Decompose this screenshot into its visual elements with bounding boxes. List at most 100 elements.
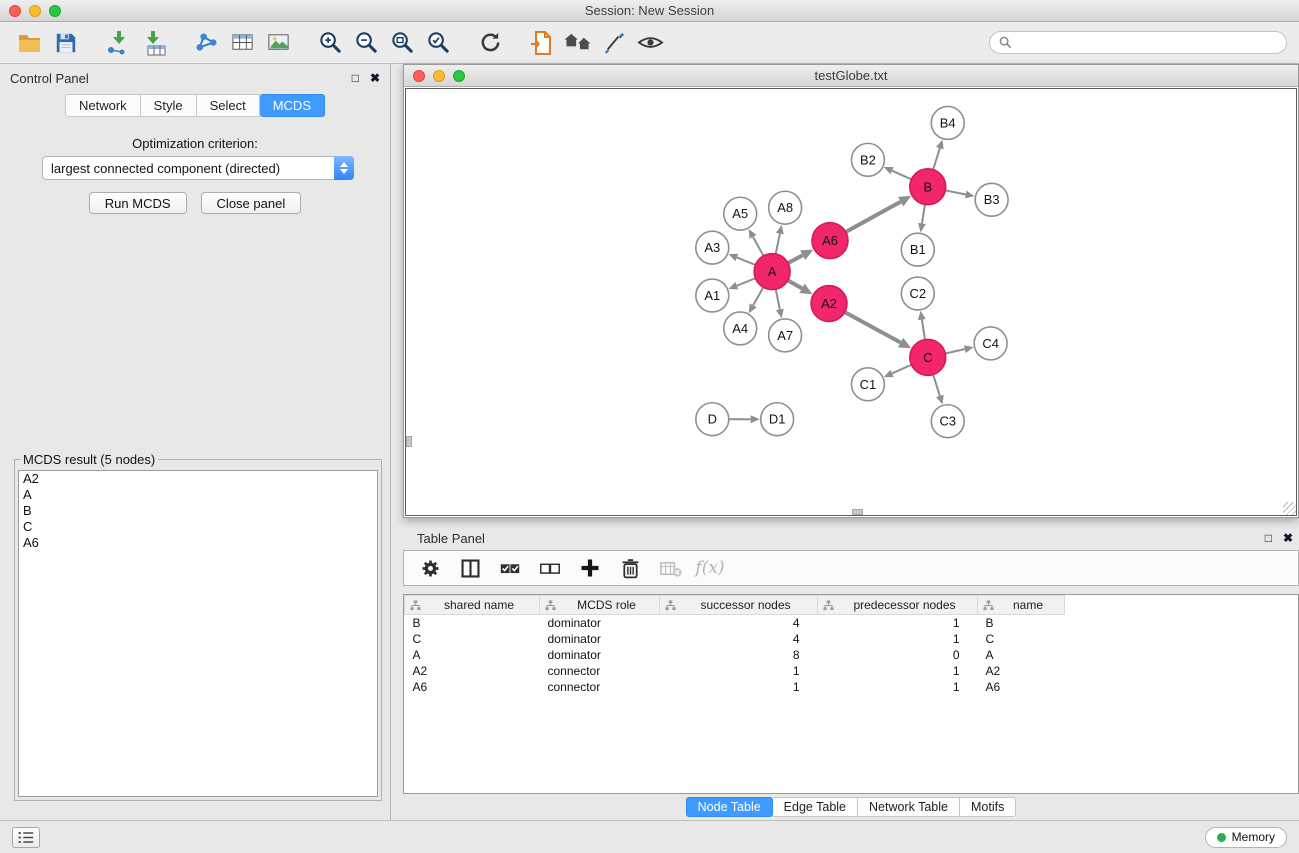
network-edge-B-B2[interactable] (892, 171, 911, 180)
search-input[interactable] (1018, 35, 1277, 50)
table-row[interactable]: A6connector11A6 (405, 679, 1299, 695)
column-header-name[interactable]: name (978, 596, 1065, 615)
network-node-B3[interactable]: B3 (975, 183, 1008, 216)
network-node-C4[interactable]: C4 (974, 327, 1007, 360)
network-node-C1[interactable]: C1 (851, 368, 884, 401)
column-header-predecessor-nodes[interactable]: predecessor nodes (818, 596, 978, 615)
open-document-button[interactable] (524, 26, 560, 60)
close-window-button[interactable] (9, 5, 21, 17)
mcds-result-list[interactable]: A2ABCA6 (18, 470, 378, 797)
network-edge-A-A7[interactable] (776, 289, 780, 309)
table-cell[interactable]: B (405, 615, 540, 631)
network-node-A7[interactable]: A7 (769, 319, 802, 352)
horizontal-scrollbar-notch[interactable] (852, 509, 863, 515)
network-edge-B-B1[interactable] (922, 205, 925, 224)
table-cell[interactable]: 1 (660, 679, 818, 695)
minimize-network-window-button[interactable] (433, 70, 445, 82)
zoom-out-button[interactable] (348, 26, 384, 60)
table-cell[interactable]: 1 (818, 615, 978, 631)
show-columns-button[interactable] (454, 553, 486, 583)
table-row[interactable]: Adominator80A (405, 647, 1299, 663)
table-cell[interactable]: A (405, 647, 540, 663)
network-edge-A6-B[interactable] (846, 202, 901, 232)
function-builder-button[interactable]: f(x) (694, 553, 726, 583)
close-table-panel-icon[interactable]: ✖ (1283, 531, 1293, 545)
table-cell[interactable]: dominator (540, 631, 660, 647)
task-history-button[interactable] (12, 827, 40, 848)
tab-mcds[interactable]: MCDS (260, 94, 325, 117)
vertical-scrollbar-notch[interactable] (406, 436, 412, 447)
network-edge-B-B3[interactable] (945, 190, 965, 194)
zoom-window-button[interactable] (49, 5, 61, 17)
tab-node-table[interactable]: Node Table (686, 797, 773, 817)
network-node-B4[interactable]: B4 (931, 106, 964, 139)
save-session-button[interactable] (48, 26, 84, 60)
close-panel-icon[interactable]: ✖ (370, 71, 380, 85)
network-node-C[interactable]: C (910, 339, 946, 375)
tab-motifs[interactable]: Motifs (960, 797, 1016, 817)
network-edge-A-A2[interactable] (788, 280, 802, 288)
zoom-network-window-button[interactable] (453, 70, 465, 82)
column-header-successor-nodes[interactable]: successor nodes (660, 596, 818, 615)
float-panel-icon[interactable]: □ (352, 71, 359, 85)
table-cell[interactable]: A6 (405, 679, 540, 695)
export-image-button[interactable] (260, 26, 296, 60)
network-edge-A-A1[interactable] (737, 278, 756, 285)
refresh-button[interactable] (472, 26, 508, 60)
network-edge-B-B4[interactable] (933, 148, 940, 169)
mcds-result-item[interactable]: A2 (19, 471, 377, 487)
table-row[interactable]: Cdominator41C (405, 631, 1299, 647)
import-network-button[interactable] (100, 26, 136, 60)
style-brush-button[interactable] (596, 26, 632, 60)
table-row[interactable]: A2connector11A2 (405, 663, 1299, 679)
network-node-D[interactable]: D (696, 403, 729, 436)
table-settings-button[interactable] (414, 553, 446, 583)
memory-button[interactable]: Memory (1205, 827, 1287, 848)
tab-network-table[interactable]: Network Table (858, 797, 960, 817)
mcds-result-item[interactable]: A (19, 487, 377, 503)
network-node-D1[interactable]: D1 (761, 403, 794, 436)
table-cell[interactable]: A (978, 647, 1065, 663)
table-cell[interactable]: C (405, 631, 540, 647)
minimize-window-button[interactable] (29, 5, 41, 17)
close-network-window-button[interactable] (413, 70, 425, 82)
network-node-A5[interactable]: A5 (724, 197, 757, 230)
table-cell[interactable]: A2 (978, 663, 1065, 679)
network-node-A4[interactable]: A4 (724, 312, 757, 345)
table-cell[interactable]: C (978, 631, 1065, 647)
mcds-result-item[interactable]: C (19, 519, 377, 535)
network-edge-C-C1[interactable] (892, 365, 911, 374)
show-hide-button[interactable] (632, 26, 668, 60)
network-edge-A-A3[interactable] (737, 257, 756, 264)
table-cell[interactable]: B (978, 615, 1065, 631)
search-box[interactable] (989, 31, 1287, 54)
neighbors-button[interactable] (560, 26, 596, 60)
zoom-selected-button[interactable] (420, 26, 456, 60)
network-edge-C-C4[interactable] (945, 349, 965, 353)
table-cell[interactable]: dominator (540, 615, 660, 631)
column-header-shared-name[interactable]: shared name (405, 596, 540, 615)
zoom-in-button[interactable] (312, 26, 348, 60)
table-cell[interactable]: 4 (660, 615, 818, 631)
network-node-C3[interactable]: C3 (931, 405, 964, 438)
deselect-all-button[interactable] (534, 553, 566, 583)
network-node-C2[interactable]: C2 (901, 277, 934, 310)
table-cell[interactable]: 4 (660, 631, 818, 647)
network-node-A[interactable]: A (754, 254, 790, 290)
network-edge-A-A4[interactable] (753, 287, 763, 305)
network-node-A1[interactable]: A1 (696, 279, 729, 312)
network-edge-A2-C[interactable] (845, 312, 901, 342)
optimization-criterion-dropdown[interactable]: largest connected component (directed) (42, 156, 354, 180)
network-canvas[interactable]: B4B2BB3A8A5A6B1A3AC2A1A2A4A7C4CC1C3DD1 (406, 89, 1296, 515)
network-node-A2[interactable]: A2 (811, 286, 847, 322)
window-resize-grip[interactable] (1283, 502, 1296, 515)
table-cell[interactable]: 1 (660, 663, 818, 679)
tab-edge-table[interactable]: Edge Table (773, 797, 858, 817)
open-session-button[interactable] (12, 26, 48, 60)
tab-select[interactable]: Select (197, 94, 260, 117)
network-edge-C-C2[interactable] (922, 320, 925, 340)
table-cell[interactable]: A2 (405, 663, 540, 679)
column-header-mcds-role[interactable]: MCDS role (540, 596, 660, 615)
add-column-button[interactable] (574, 553, 606, 583)
table-cell[interactable]: 1 (818, 679, 978, 695)
